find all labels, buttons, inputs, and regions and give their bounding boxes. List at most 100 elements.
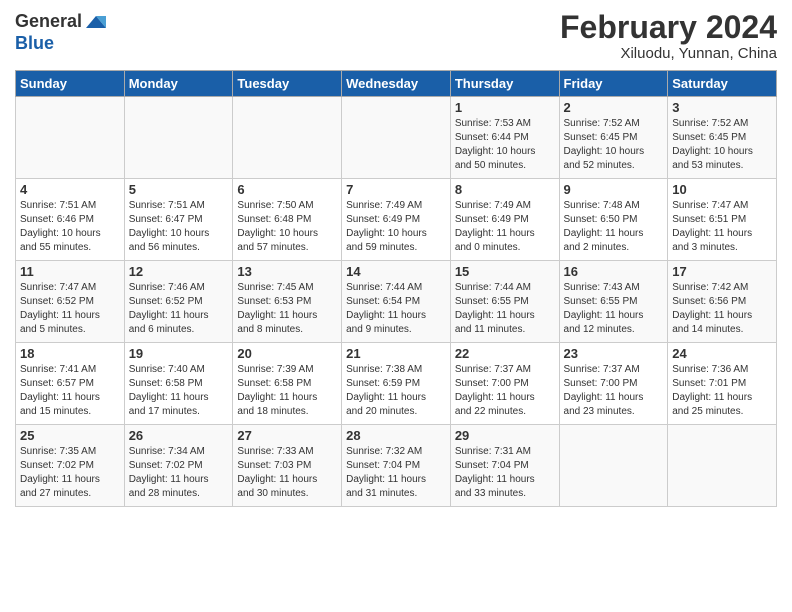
day-number: 9 xyxy=(564,182,664,197)
day-number: 10 xyxy=(672,182,772,197)
day-number: 4 xyxy=(20,182,120,197)
day-info: Sunrise: 7:40 AM Sunset: 6:58 PM Dayligh… xyxy=(129,363,229,419)
col-friday: Friday xyxy=(559,71,668,97)
day-info: Sunrise: 7:44 AM Sunset: 6:55 PM Dayligh… xyxy=(455,281,555,337)
calendar-cell: 21 Sunrise: 7:38 AM Sunset: 6:59 PM Dayli… xyxy=(342,343,451,425)
day-info: Sunrise: 7:35 AM Sunset: 7:02 PM Dayligh… xyxy=(20,445,120,501)
day-info: Sunrise: 7:50 AM Sunset: 6:48 PM Dayligh… xyxy=(237,199,337,255)
day-number: 23 xyxy=(564,346,664,361)
header: General Blue February 2024 Xiluodu, Yunn… xyxy=(15,10,777,62)
week-row-3: 11Sunrise: 7:47 AM Sunset: 6:52 PM Dayli… xyxy=(16,261,777,343)
day-number: 24 xyxy=(672,346,772,361)
logo-icon xyxy=(84,10,108,34)
day-info: Sunrise: 7:31 AM Sunset: 7:04 PM Dayligh… xyxy=(455,445,555,501)
week-row-2: 4 Sunrise: 7:51 AM Sunset: 6:46 PM Daylig… xyxy=(16,179,777,261)
calendar-cell xyxy=(16,97,125,179)
col-tuesday: Tuesday xyxy=(233,71,342,97)
day-info: Sunrise: 7:45 AM Sunset: 6:53 PM Dayligh… xyxy=(237,281,337,337)
day-number: 5 xyxy=(129,182,229,197)
day-info: Sunrise: 7:52 AM Sunset: 6:45 PM Dayligh… xyxy=(564,117,664,173)
day-number: 2 xyxy=(564,100,664,115)
calendar-cell: 2 Sunrise: 7:52 AM Sunset: 6:45 PM Daylig… xyxy=(559,97,668,179)
col-sunday: Sunday xyxy=(16,71,125,97)
calendar-cell: 5 Sunrise: 7:51 AM Sunset: 6:47 PM Daylig… xyxy=(124,179,233,261)
calendar-cell: 27 Sunrise: 7:33 AM Sunset: 7:03 PM Dayli… xyxy=(233,425,342,507)
day-info: Sunrise: 7:38 AM Sunset: 6:59 PM Dayligh… xyxy=(346,363,446,419)
col-monday: Monday xyxy=(124,71,233,97)
day-number: 27 xyxy=(237,428,337,443)
day-number: 13 xyxy=(237,264,337,279)
calendar-cell: 26 Sunrise: 7:34 AM Sunset: 7:02 PM Dayli… xyxy=(124,425,233,507)
calendar-cell xyxy=(559,425,668,507)
week-row-1: 1Sunrise: 7:53 AM Sunset: 6:44 PM Daylig… xyxy=(16,97,777,179)
calendar-cell xyxy=(233,97,342,179)
day-info: Sunrise: 7:32 AM Sunset: 7:04 PM Dayligh… xyxy=(346,445,446,501)
day-info: Sunrise: 7:51 AM Sunset: 6:46 PM Dayligh… xyxy=(20,199,120,255)
calendar-cell: 17 Sunrise: 7:42 AM Sunset: 6:56 PM Dayli… xyxy=(668,261,777,343)
calendar-cell: 29 Sunrise: 7:31 AM Sunset: 7:04 PM Dayli… xyxy=(450,425,559,507)
calendar-cell: 13 Sunrise: 7:45 AM Sunset: 6:53 PM Dayli… xyxy=(233,261,342,343)
day-info: Sunrise: 7:34 AM Sunset: 7:02 PM Dayligh… xyxy=(129,445,229,501)
col-saturday: Saturday xyxy=(668,71,777,97)
calendar-cell: 8 Sunrise: 7:49 AM Sunset: 6:49 PM Daylig… xyxy=(450,179,559,261)
calendar-cell: 6 Sunrise: 7:50 AM Sunset: 6:48 PM Daylig… xyxy=(233,179,342,261)
day-number: 14 xyxy=(346,264,446,279)
day-number: 29 xyxy=(455,428,555,443)
week-row-5: 25 Sunrise: 7:35 AM Sunset: 7:02 PM Dayli… xyxy=(16,425,777,507)
calendar-cell xyxy=(668,425,777,507)
day-number: 21 xyxy=(346,346,446,361)
calendar-cell: 18 Sunrise: 7:41 AM Sunset: 6:57 PM Dayli… xyxy=(16,343,125,425)
month-title: February 2024 xyxy=(560,10,777,45)
day-info: Sunrise: 7:49 AM Sunset: 6:49 PM Dayligh… xyxy=(346,199,446,255)
calendar-cell: 20 Sunrise: 7:39 AM Sunset: 6:58 PM Dayli… xyxy=(233,343,342,425)
calendar-cell: 15 Sunrise: 7:44 AM Sunset: 6:55 PM Dayli… xyxy=(450,261,559,343)
calendar-cell: 12 Sunrise: 7:46 AM Sunset: 6:52 PM Dayli… xyxy=(124,261,233,343)
calendar-cell: 7 Sunrise: 7:49 AM Sunset: 6:49 PM Daylig… xyxy=(342,179,451,261)
calendar-cell: 1Sunrise: 7:53 AM Sunset: 6:44 PM Daylig… xyxy=(450,97,559,179)
day-number: 20 xyxy=(237,346,337,361)
col-wednesday: Wednesday xyxy=(342,71,451,97)
day-info: Sunrise: 7:39 AM Sunset: 6:58 PM Dayligh… xyxy=(237,363,337,419)
day-info: Sunrise: 7:53 AM Sunset: 6:44 PM Dayligh… xyxy=(455,117,555,173)
calendar-cell: 23Sunrise: 7:37 AM Sunset: 7:00 PM Dayli… xyxy=(559,343,668,425)
day-number: 26 xyxy=(129,428,229,443)
day-number: 16 xyxy=(564,264,664,279)
day-number: 25 xyxy=(20,428,120,443)
day-info: Sunrise: 7:47 AM Sunset: 6:52 PM Dayligh… xyxy=(20,281,120,337)
calendar-cell: 11Sunrise: 7:47 AM Sunset: 6:52 PM Dayli… xyxy=(16,261,125,343)
calendar-cell: 24 Sunrise: 7:36 AM Sunset: 7:01 PM Dayli… xyxy=(668,343,777,425)
day-number: 17 xyxy=(672,264,772,279)
logo-blue: Blue xyxy=(15,33,54,53)
location-subtitle: Xiluodu, Yunnan, China xyxy=(560,45,777,62)
calendar-table: Sunday Monday Tuesday Wednesday Thursday… xyxy=(15,70,777,507)
calendar-cell: 28Sunrise: 7:32 AM Sunset: 7:04 PM Dayli… xyxy=(342,425,451,507)
day-info: Sunrise: 7:44 AM Sunset: 6:54 PM Dayligh… xyxy=(346,281,446,337)
day-info: Sunrise: 7:33 AM Sunset: 7:03 PM Dayligh… xyxy=(237,445,337,501)
day-number: 19 xyxy=(129,346,229,361)
day-info: Sunrise: 7:51 AM Sunset: 6:47 PM Dayligh… xyxy=(129,199,229,255)
calendar-cell: 4 Sunrise: 7:51 AM Sunset: 6:46 PM Daylig… xyxy=(16,179,125,261)
day-info: Sunrise: 7:42 AM Sunset: 6:56 PM Dayligh… xyxy=(672,281,772,337)
day-number: 18 xyxy=(20,346,120,361)
day-info: Sunrise: 7:36 AM Sunset: 7:01 PM Dayligh… xyxy=(672,363,772,419)
header-row: Sunday Monday Tuesday Wednesday Thursday… xyxy=(16,71,777,97)
day-number: 6 xyxy=(237,182,337,197)
calendar-cell: 9 Sunrise: 7:48 AM Sunset: 6:50 PM Daylig… xyxy=(559,179,668,261)
calendar-cell xyxy=(342,97,451,179)
day-info: Sunrise: 7:48 AM Sunset: 6:50 PM Dayligh… xyxy=(564,199,664,255)
calendar-cell: 14 Sunrise: 7:44 AM Sunset: 6:54 PM Dayli… xyxy=(342,261,451,343)
day-number: 8 xyxy=(455,182,555,197)
day-number: 12 xyxy=(129,264,229,279)
day-info: Sunrise: 7:47 AM Sunset: 6:51 PM Dayligh… xyxy=(672,199,772,255)
day-info: Sunrise: 7:37 AM Sunset: 7:00 PM Dayligh… xyxy=(455,363,555,419)
day-info: Sunrise: 7:46 AM Sunset: 6:52 PM Dayligh… xyxy=(129,281,229,337)
week-row-4: 18 Sunrise: 7:41 AM Sunset: 6:57 PM Dayli… xyxy=(16,343,777,425)
day-number: 22 xyxy=(455,346,555,361)
day-info: Sunrise: 7:49 AM Sunset: 6:49 PM Dayligh… xyxy=(455,199,555,255)
title-block: February 2024 Xiluodu, Yunnan, China xyxy=(560,10,777,62)
main-container: General Blue February 2024 Xiluodu, Yunn… xyxy=(0,0,792,512)
day-number: 15 xyxy=(455,264,555,279)
day-info: Sunrise: 7:41 AM Sunset: 6:57 PM Dayligh… xyxy=(20,363,120,419)
day-number: 7 xyxy=(346,182,446,197)
calendar-cell: 25 Sunrise: 7:35 AM Sunset: 7:02 PM Dayli… xyxy=(16,425,125,507)
